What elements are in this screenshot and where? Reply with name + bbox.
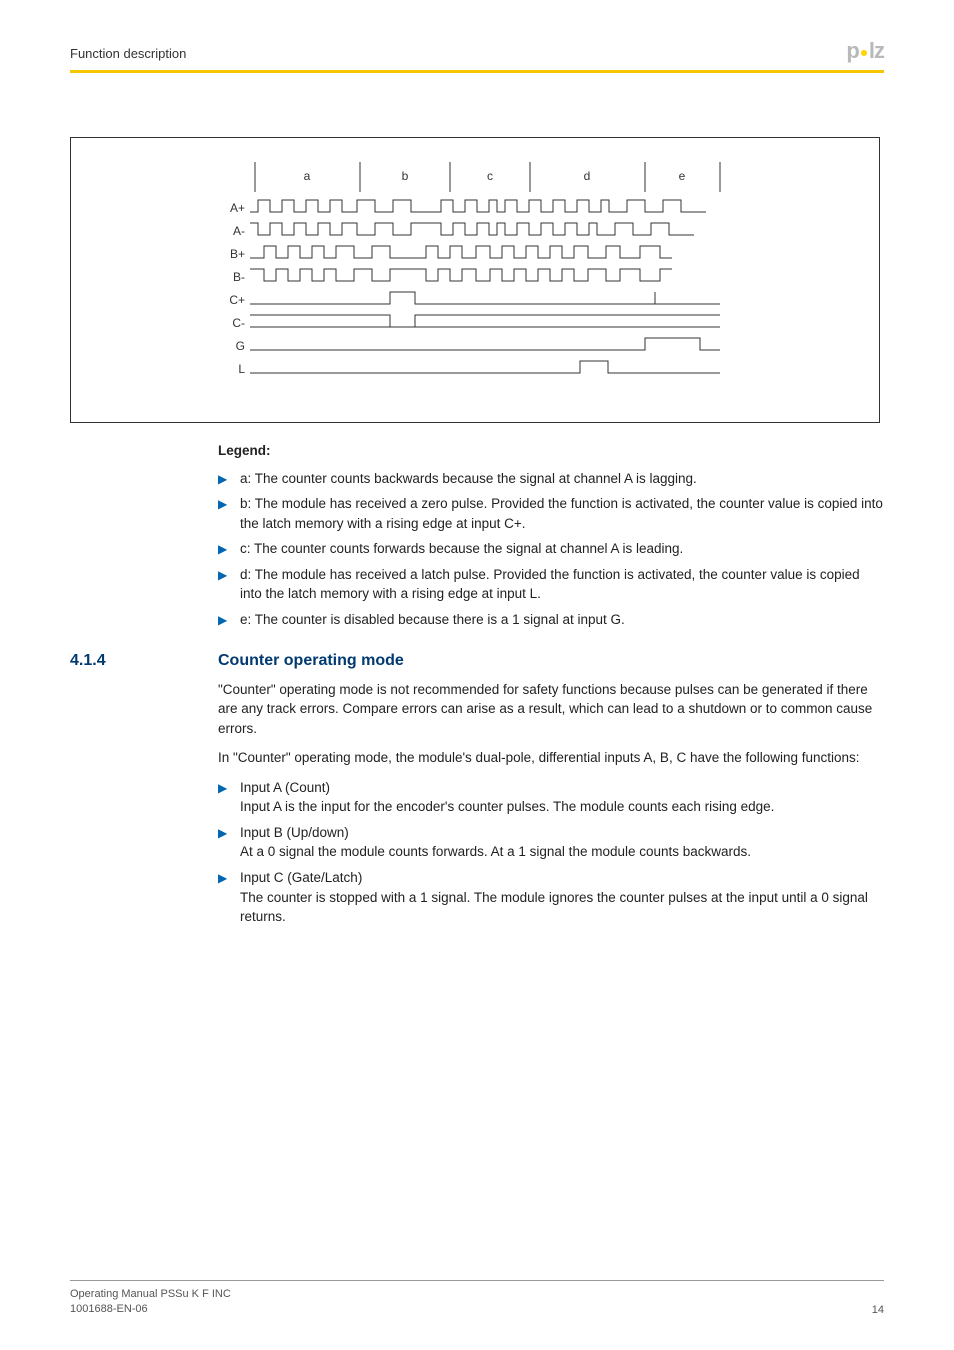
page-footer: Operating Manual PSSu K F INC 1001688-EN…	[70, 1280, 884, 1316]
legend-heading: Legend:	[218, 441, 884, 461]
bullet-arrow-icon: ▶	[218, 471, 227, 488]
svg-text:G: G	[236, 339, 245, 353]
svg-text:A+: A+	[230, 201, 245, 215]
section-item-input-c: ▶ Input C (Gate/Latch) The counter is st…	[218, 868, 884, 927]
bullet-arrow-icon: ▶	[218, 567, 227, 584]
timing-diagram-frame: a b c d e A+ A- B+ B- C+ C- G L	[70, 137, 880, 423]
legend-item-e: ▶e: The counter is disabled because ther…	[218, 610, 884, 630]
legend-item-a: ▶a: The counter counts backwards because…	[218, 469, 884, 489]
legend-item-d: ▶d: The module has received a latch puls…	[218, 565, 884, 604]
legend-list: ▶a: The counter counts backwards because…	[218, 469, 884, 630]
brand-logo: p lz	[846, 38, 884, 64]
logo-dot-icon	[861, 50, 867, 56]
section-paragraph-2: In "Counter" operating mode, the module'…	[218, 748, 884, 768]
bullet-arrow-icon: ▶	[218, 612, 227, 629]
logo-text-p: p	[846, 38, 858, 64]
diagram-col-c: c	[487, 169, 493, 183]
footer-manual-title: Operating Manual PSSu K F INC	[70, 1287, 231, 1301]
header-title: Function description	[70, 46, 186, 61]
section-title: Counter operating mode	[218, 652, 404, 670]
bullet-arrow-icon: ▶	[218, 870, 227, 887]
section-list: ▶ Input A (Count) Input A is the input f…	[218, 778, 884, 927]
bullet-arrow-icon: ▶	[218, 541, 227, 558]
bullet-arrow-icon: ▶	[218, 825, 227, 842]
section-item-input-a: ▶ Input A (Count) Input A is the input f…	[218, 778, 884, 817]
logo-text-lz: lz	[869, 38, 884, 64]
timing-diagram-svg: a b c d e A+ A- B+ B- C+ C- G L	[195, 162, 755, 392]
diagram-col-e: e	[679, 169, 686, 183]
svg-text:C+: C+	[229, 293, 245, 307]
svg-text:L: L	[238, 362, 245, 376]
diagram-col-a: a	[304, 169, 311, 183]
footer-page-number: 14	[872, 1304, 884, 1316]
svg-text:B-: B-	[233, 270, 245, 284]
header-rule	[70, 70, 884, 73]
bullet-arrow-icon: ▶	[218, 780, 227, 797]
svg-text:C-: C-	[232, 316, 245, 330]
bullet-arrow-icon: ▶	[218, 496, 227, 513]
section-item-input-b: ▶ Input B (Up/down) At a 0 signal the mo…	[218, 823, 884, 862]
diagram-col-d: d	[584, 169, 591, 183]
footer-doc-id: 1001688-EN-06	[70, 1302, 231, 1316]
svg-text:B+: B+	[230, 247, 245, 261]
svg-text:A-: A-	[233, 224, 245, 238]
diagram-col-b: b	[402, 169, 409, 183]
legend-item-b: ▶b: The module has received a zero pulse…	[218, 494, 884, 533]
section-paragraph-1: "Counter" operating mode is not recommen…	[218, 680, 884, 739]
section-number: 4.1.4	[70, 652, 218, 670]
legend-item-c: ▶c: The counter counts forwards because …	[218, 539, 884, 559]
